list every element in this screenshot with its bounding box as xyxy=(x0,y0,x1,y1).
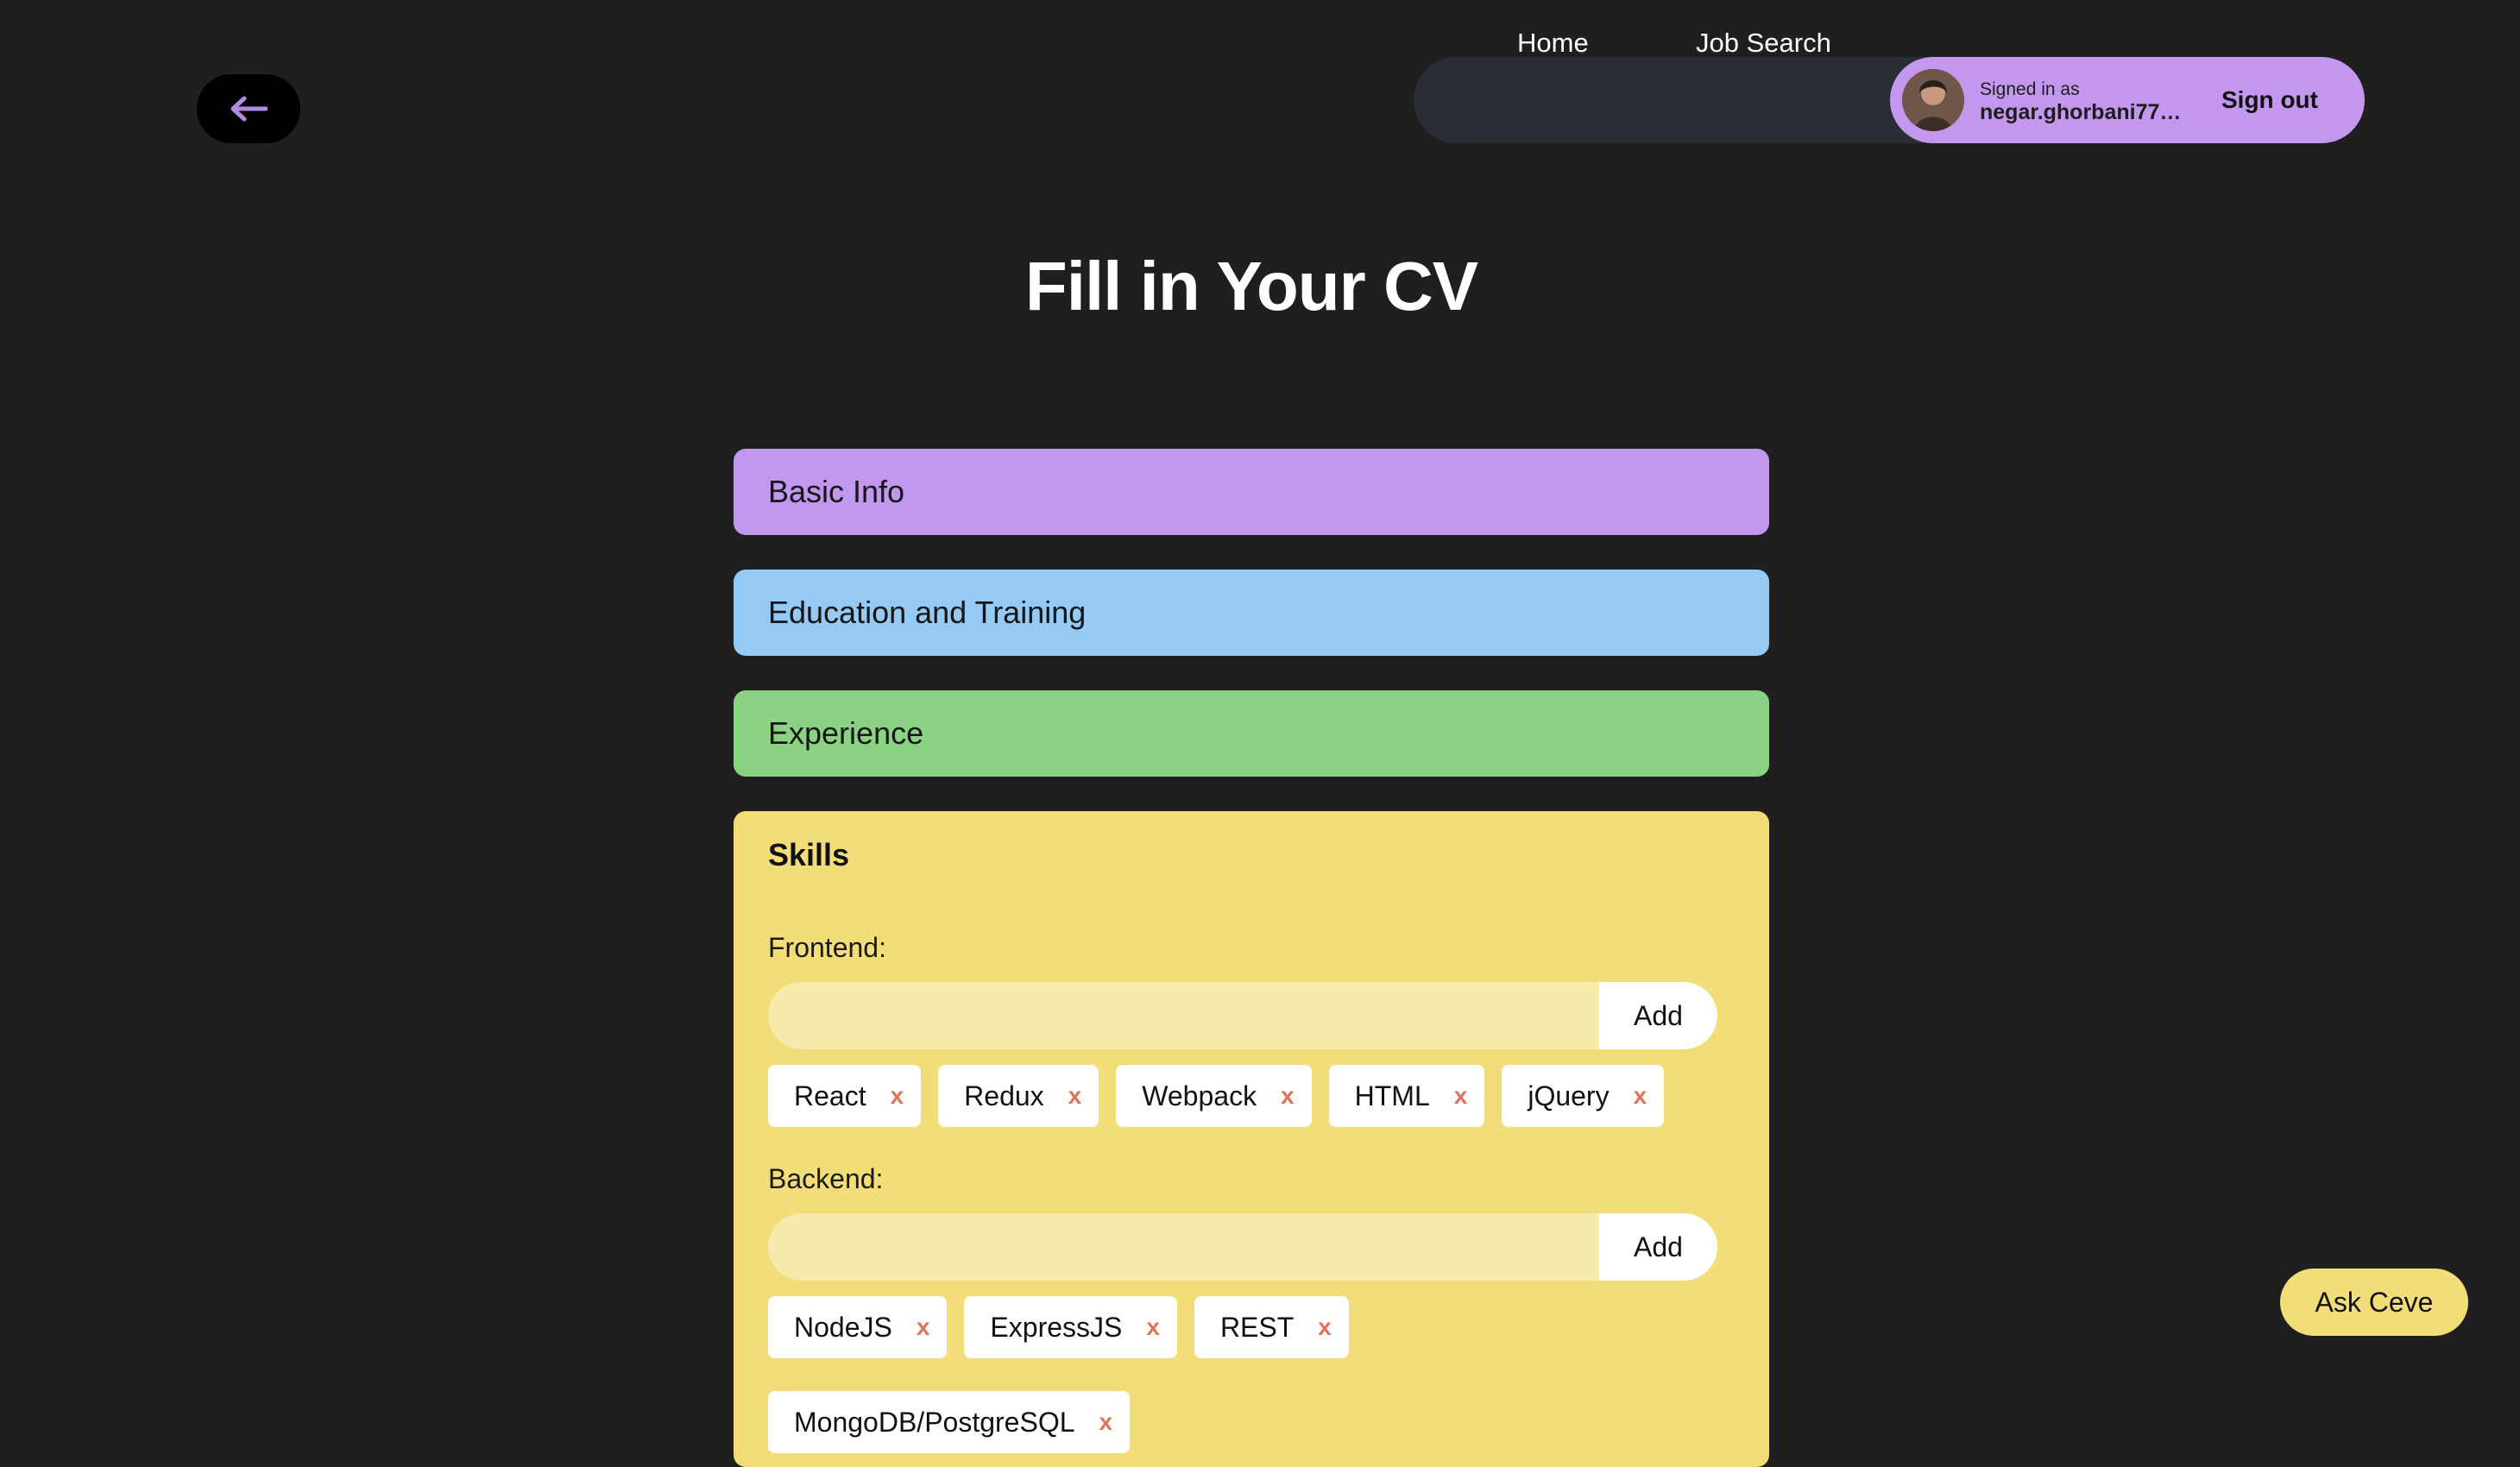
signed-in-label: Signed in as xyxy=(1980,79,2080,99)
skill-tag: Webpack x xyxy=(1116,1065,1312,1127)
section-skills: Skills Frontend: Add React x Redux x Web… xyxy=(734,811,1769,1467)
frontend-tags: React x Redux x Webpack x HTML x jQuery … xyxy=(768,1065,1665,1127)
skill-tag: NodeJS x xyxy=(768,1296,948,1358)
remove-tag-button[interactable]: x xyxy=(891,1084,904,1108)
skill-tag: REST x xyxy=(1194,1296,1349,1358)
avatar xyxy=(1902,69,1964,131)
nav-home-link[interactable]: Home xyxy=(1517,0,1589,86)
skill-tag: ExpressJS x xyxy=(964,1296,1177,1358)
sign-out-button[interactable]: Sign out xyxy=(2221,57,2318,143)
remove-tag-button[interactable]: x xyxy=(1634,1084,1647,1108)
back-button[interactable] xyxy=(197,74,300,143)
skill-tag-label: jQuery xyxy=(1528,1080,1610,1111)
frontend-skill-input[interactable] xyxy=(768,982,1597,1049)
skill-tag: Redux x xyxy=(938,1065,1099,1127)
section-education-training[interactable]: Education and Training xyxy=(734,570,1769,656)
skill-tag-label: ExpressJS xyxy=(990,1311,1123,1343)
nav-job-search-link[interactable]: Job Search xyxy=(1696,0,1831,86)
remove-tag-button[interactable]: x xyxy=(917,1315,930,1339)
ask-ceve-button[interactable]: Ask Ceve xyxy=(2280,1269,2468,1336)
user-email: negar.ghorbani77@... xyxy=(1980,100,2197,124)
backend-label: Backend: xyxy=(768,1163,884,1194)
arrow-left-icon xyxy=(230,96,268,122)
skill-tag-label: React xyxy=(794,1080,866,1111)
backend-tags: NodeJS x ExpressJS x REST x xyxy=(768,1296,1349,1358)
skill-tag: HTML x xyxy=(1328,1065,1485,1127)
skill-tag: MongoDB/PostgreSQL x xyxy=(768,1391,1131,1453)
skill-tag-label: Webpack xyxy=(1142,1080,1257,1111)
skill-tag: React x xyxy=(768,1065,922,1127)
skill-tag-label: HTML xyxy=(1354,1080,1430,1111)
skill-tag: jQuery x xyxy=(1502,1065,1665,1127)
skills-title: Skills xyxy=(768,837,850,872)
section-basic-info[interactable]: Basic Info xyxy=(734,449,1769,535)
page-title: Fill in Your CV xyxy=(1024,248,1478,324)
frontend-input-row: Add xyxy=(768,982,1717,1049)
skill-tag-label: MongoDB/PostgreSQL xyxy=(794,1406,1075,1438)
remove-tag-button[interactable]: x xyxy=(1281,1084,1295,1108)
remove-tag-button[interactable]: x xyxy=(1068,1084,1082,1108)
remove-tag-button[interactable]: x xyxy=(1454,1084,1468,1108)
backend-add-button[interactable]: Add xyxy=(1599,1213,1717,1281)
backend-tags-row-2: MongoDB/PostgreSQL x xyxy=(768,1391,1131,1453)
frontend-add-button[interactable]: Add xyxy=(1599,982,1717,1049)
remove-tag-button[interactable]: x xyxy=(1318,1315,1332,1339)
frontend-label: Frontend: xyxy=(768,932,886,963)
section-experience[interactable]: Experience xyxy=(734,690,1769,777)
backend-input-row: Add xyxy=(768,1213,1717,1281)
backend-skill-input[interactable] xyxy=(768,1213,1597,1281)
skill-tag-label: NodeJS xyxy=(794,1311,892,1343)
skill-tag-label: Redux xyxy=(964,1080,1044,1111)
remove-tag-button[interactable]: x xyxy=(1146,1315,1160,1339)
skill-tag-label: REST xyxy=(1219,1311,1295,1343)
